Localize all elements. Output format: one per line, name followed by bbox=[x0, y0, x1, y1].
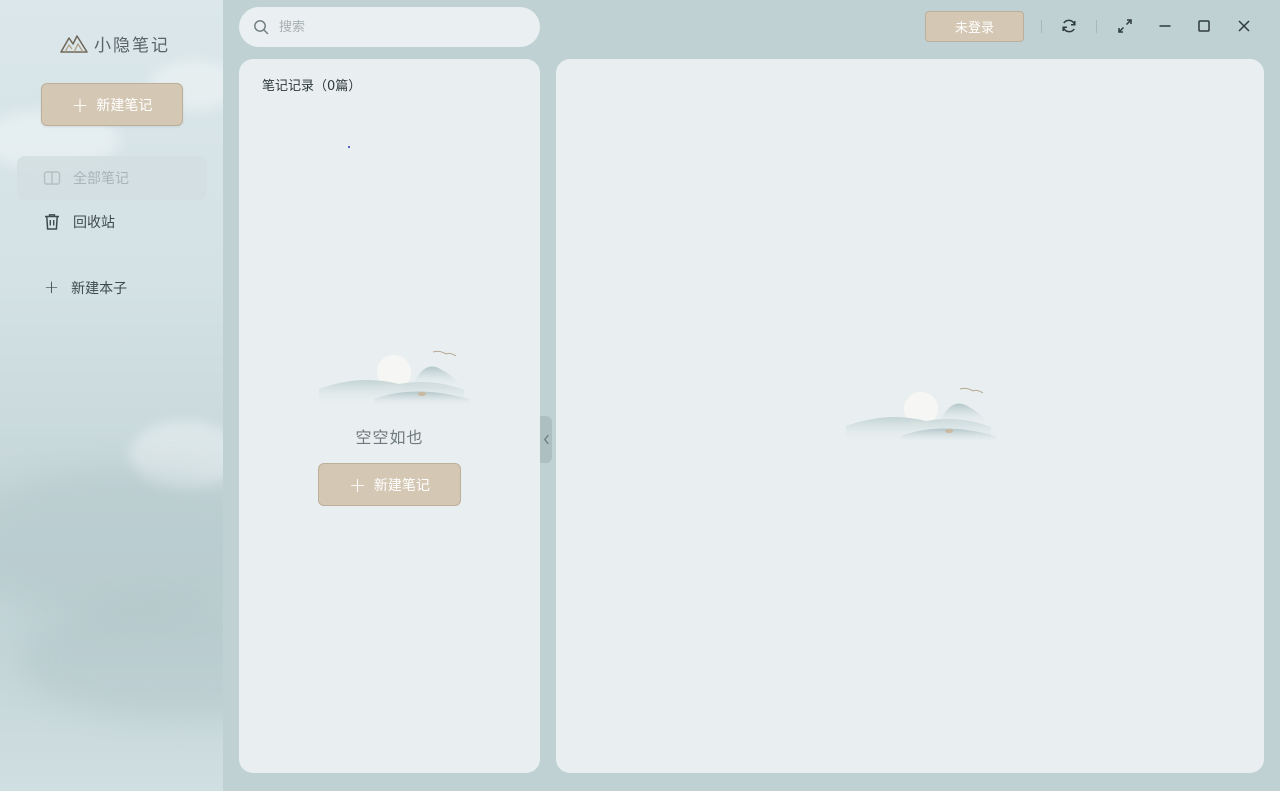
refresh-button[interactable] bbox=[1058, 15, 1080, 37]
plus-icon: + bbox=[71, 92, 89, 117]
fullscreen-button[interactable] bbox=[1114, 15, 1136, 37]
mist-decoration bbox=[20, 600, 223, 720]
app-name: 小隐笔记 bbox=[94, 35, 170, 56]
new-note-label: 新建笔记 bbox=[96, 97, 153, 114]
search-icon bbox=[254, 20, 269, 35]
search-bar bbox=[239, 7, 540, 47]
plus-icon: + bbox=[44, 277, 60, 298]
empty-landscape-icon bbox=[319, 350, 469, 406]
close-button[interactable] bbox=[1233, 15, 1255, 37]
mountain-logo-icon bbox=[60, 35, 88, 53]
divider bbox=[1096, 20, 1097, 33]
search-input[interactable] bbox=[279, 19, 499, 35]
editor-panel bbox=[556, 59, 1264, 773]
maximize-icon bbox=[1198, 20, 1210, 32]
mist-decoration bbox=[0, 470, 223, 620]
minimize-icon bbox=[1159, 25, 1171, 27]
note-list-panel: 笔记记录（0篇） 空空如也 + 新建笔记 bbox=[239, 59, 540, 773]
sidebar: 小隐笔记 + 新建笔记 全部笔记 回收站 + 新建本子 bbox=[0, 0, 223, 791]
add-notebook-button[interactable]: + 新建本子 bbox=[44, 276, 127, 300]
close-icon bbox=[1238, 20, 1250, 32]
new-note-label: 新建笔记 bbox=[373, 477, 430, 494]
maximize-button[interactable] bbox=[1193, 15, 1215, 37]
new-note-button[interactable]: + 新建笔记 bbox=[318, 463, 461, 506]
add-notebook-label: 新建本子 bbox=[71, 281, 128, 297]
trash-icon bbox=[45, 214, 59, 230]
plus-icon: + bbox=[349, 472, 366, 497]
dot-mark bbox=[348, 146, 350, 148]
login-button[interactable]: 未登录 bbox=[925, 11, 1024, 42]
new-note-button[interactable]: + 新建笔记 bbox=[41, 83, 183, 126]
sidebar-item-trash[interactable]: 回收站 bbox=[17, 200, 207, 244]
book-icon bbox=[43, 171, 61, 185]
sidebar-item-label: 回收站 bbox=[73, 215, 115, 231]
sidebar-item-label: 全部笔记 bbox=[73, 171, 129, 187]
empty-state-text: 空空如也 bbox=[355, 428, 424, 447]
sidebar-item-all-notes[interactable]: 全部笔记 bbox=[17, 156, 207, 200]
empty-landscape-icon bbox=[846, 387, 996, 443]
app-logo: 小隐笔记 bbox=[60, 30, 170, 56]
fullscreen-icon bbox=[1118, 19, 1132, 33]
refresh-icon bbox=[1062, 19, 1076, 33]
chevron-left-icon bbox=[543, 434, 549, 445]
minimize-button[interactable] bbox=[1154, 15, 1176, 37]
collapse-panel-handle[interactable] bbox=[540, 416, 552, 463]
divider bbox=[1041, 20, 1042, 33]
note-list-title: 笔记记录（0篇） bbox=[262, 79, 362, 94]
